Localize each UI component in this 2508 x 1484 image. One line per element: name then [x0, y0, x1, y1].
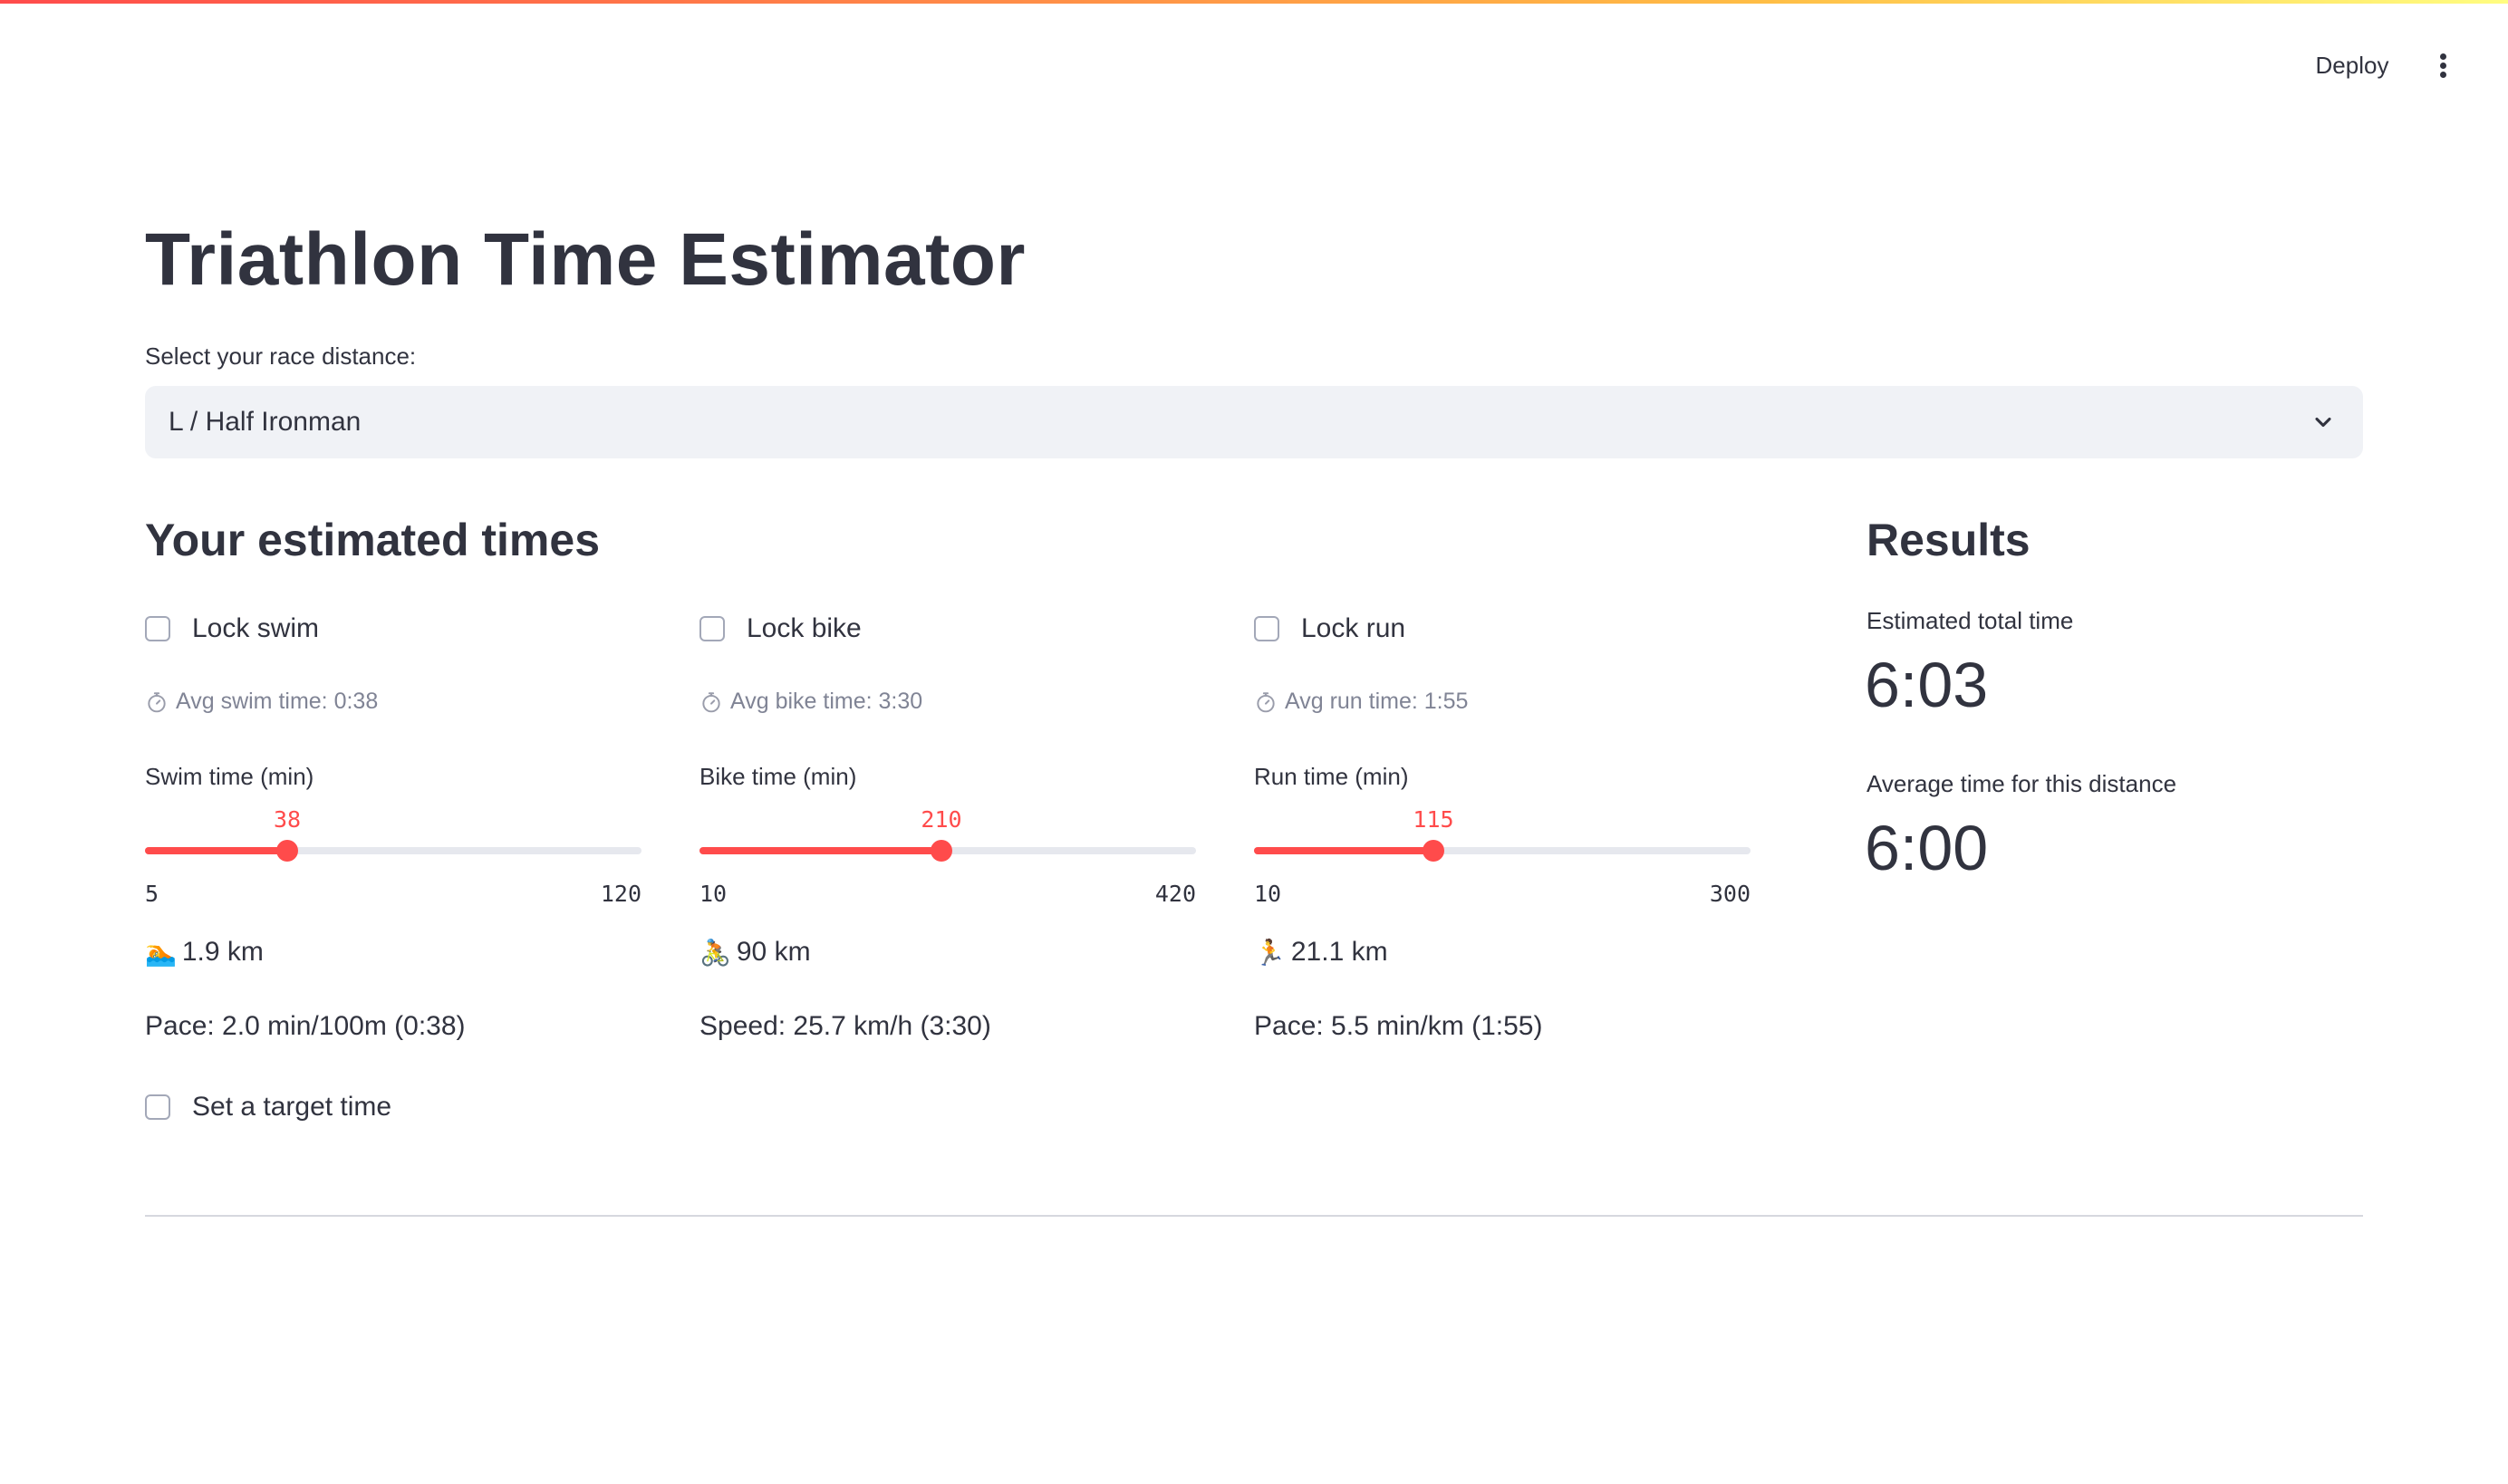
- swim-distance-text: 1.9 km: [181, 937, 264, 967]
- run-distance: 🏃 21.1 km: [1254, 937, 1388, 968]
- deploy-button[interactable]: Deploy: [2296, 47, 2408, 83]
- avg-swim-caption: Avg swim time: 0:38: [145, 689, 378, 715]
- average-time-label: Average time for this distance: [1867, 770, 2177, 797]
- bike-column: Lock bike Avg bike time: 3:30 Bike time …: [699, 611, 1196, 1064]
- estimated-total-label: Estimated total time: [1867, 607, 2074, 634]
- swim-slider-label: Swim time (min): [145, 763, 314, 790]
- run-slider-label: Run time (min): [1254, 763, 1409, 790]
- results-heading: Results: [1867, 515, 2031, 565]
- target-time-checkbox[interactable]: Set a target time: [145, 1089, 391, 1125]
- divider: [145, 1215, 2363, 1217]
- avg-bike-text: Avg bike time: 3:30: [730, 689, 923, 714]
- bike-distance-text: 90 km: [736, 937, 811, 967]
- estimates-heading: Your estimated times: [145, 515, 601, 565]
- swim-time-slider[interactable]: 38 5 120: [145, 799, 641, 907]
- avg-run-caption: Avg run time: 1:55: [1254, 689, 1468, 715]
- lock-bike-label: Lock bike: [747, 613, 862, 643]
- lock-swim-label: Lock swim: [192, 613, 320, 643]
- run-distance-text: 21.1 km: [1290, 937, 1388, 967]
- avg-bike-caption: Avg bike time: 3:30: [699, 689, 922, 715]
- run-pace: Pace: 5.5 min/km (1:55): [1254, 1011, 1543, 1041]
- bike-speed: Speed: 25.7 km/h (3:30): [699, 1011, 991, 1041]
- checkbox-box[interactable]: [1254, 616, 1279, 641]
- avg-run-text: Avg run time: 1:55: [1285, 689, 1469, 714]
- lock-swim-checkbox[interactable]: Lock swim: [145, 611, 319, 647]
- top-decoration-bar: [0, 0, 2508, 4]
- slider-value: 115: [1413, 806, 1454, 833]
- run-time-slider[interactable]: 115 10 300: [1254, 799, 1751, 907]
- slider-max: 300: [1709, 881, 1751, 907]
- swim-pace: Pace: 2.0 min/100m (0:38): [145, 1011, 466, 1041]
- slider-thumb[interactable]: [931, 840, 952, 862]
- slider-min: 10: [699, 881, 728, 907]
- race-distance-label: Select your race distance:: [145, 342, 417, 370]
- checkbox-box[interactable]: [145, 1094, 170, 1120]
- slider-min: 10: [1254, 881, 1282, 907]
- kebab-menu-icon[interactable]: [2425, 43, 2461, 87]
- runner-icon: 🏃: [1254, 938, 1286, 967]
- checkbox-box[interactable]: [699, 616, 725, 641]
- lock-run-checkbox[interactable]: Lock run: [1254, 611, 1405, 647]
- slider-min: 5: [145, 881, 159, 907]
- swim-column: Lock swim Avg swim time: 0:38 Swim time …: [145, 611, 641, 1064]
- race-distance-value: L / Half Ironman: [169, 407, 362, 437]
- slider-max: 120: [600, 881, 641, 907]
- cyclist-icon: 🚴: [699, 938, 731, 967]
- estimated-total-value: 6:03: [1865, 650, 1989, 720]
- stopwatch-icon: [702, 691, 720, 712]
- target-time-label: Set a target time: [192, 1092, 392, 1122]
- page-title: Triathlon Time Estimator: [145, 218, 1026, 301]
- race-distance-select[interactable]: L / Half Ironman: [145, 386, 2363, 458]
- swimmer-icon: 🏊: [145, 938, 177, 967]
- bike-time-slider[interactable]: 210 10 420: [699, 799, 1196, 907]
- avg-swim-text: Avg swim time: 0:38: [176, 689, 379, 714]
- slider-thumb[interactable]: [1423, 840, 1444, 862]
- bike-slider-label: Bike time (min): [699, 763, 857, 790]
- slider-thumb[interactable]: [276, 840, 298, 862]
- slider-fill: [145, 847, 287, 854]
- slider-value: 38: [273, 806, 302, 833]
- lock-bike-checkbox[interactable]: Lock bike: [699, 611, 862, 647]
- stopwatch-icon: [148, 691, 166, 712]
- chevron-down-icon: [2315, 417, 2331, 428]
- run-column: Lock run Avg run time: 1:55 Run time (mi…: [1254, 611, 1751, 1064]
- slider-fill: [699, 847, 941, 854]
- checkbox-box[interactable]: [145, 616, 170, 641]
- average-time-value: 6:00: [1865, 813, 1989, 883]
- bike-distance: 🚴 90 km: [699, 937, 811, 968]
- slider-fill: [1254, 847, 1433, 854]
- slider-max: 420: [1154, 881, 1196, 907]
- stopwatch-icon: [1257, 691, 1275, 712]
- lock-run-label: Lock run: [1301, 613, 1406, 643]
- slider-value: 210: [921, 806, 962, 833]
- swim-distance: 🏊 1.9 km: [145, 937, 264, 968]
